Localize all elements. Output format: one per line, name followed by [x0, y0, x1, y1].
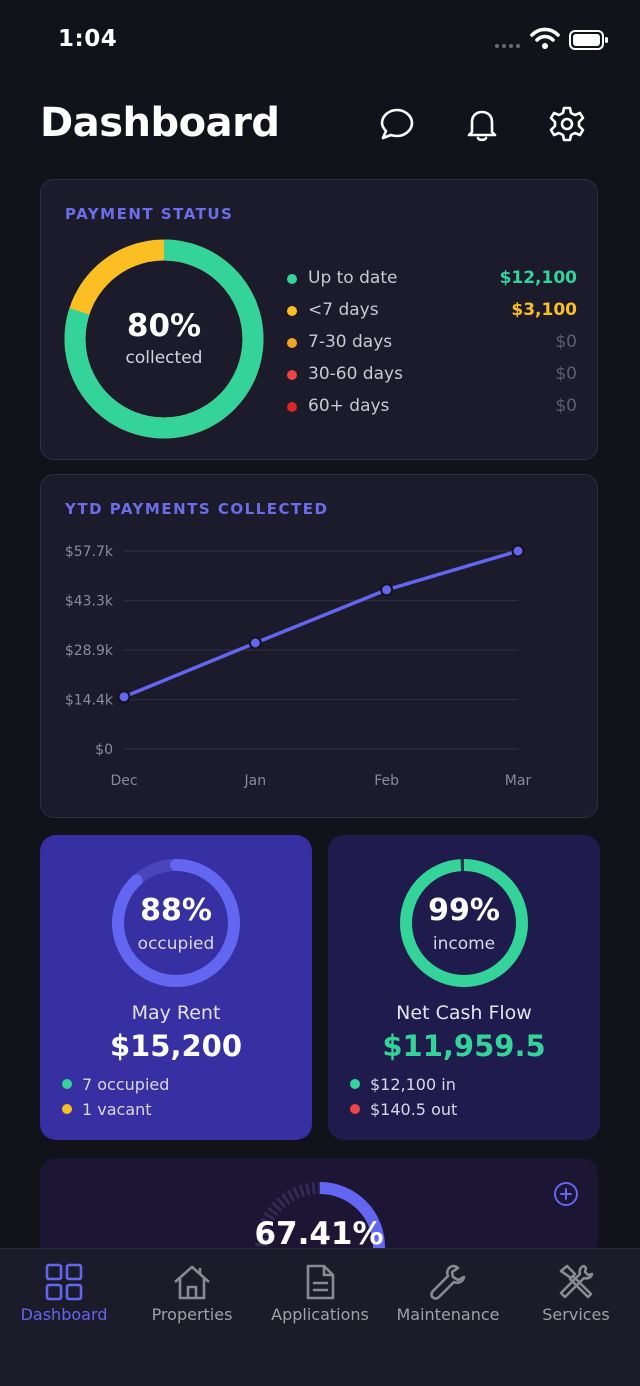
- legend-dot: [287, 306, 297, 316]
- y-tick-label: $14.4k: [65, 693, 114, 709]
- tab-applications[interactable]: Applications: [256, 1249, 384, 1339]
- tab-label: Maintenance: [396, 1305, 500, 1324]
- vacant-count: 1 vacant: [62, 1100, 152, 1119]
- legend-label: <7 days: [308, 300, 379, 320]
- rent-value: $15,200: [109, 1029, 243, 1063]
- partial-stat-card: 67.41%: [40, 1158, 598, 1258]
- tab-label: Dashboard: [20, 1305, 108, 1324]
- payment-status-card: PAYMENT STATUS 80% collected Up to date $…: [40, 179, 598, 460]
- income-percent: 99%: [428, 893, 500, 928]
- tab-maintenance[interactable]: Maintenance: [384, 1249, 512, 1339]
- ytd-payments-card: YTD PAYMENTS COLLECTED $0 $14.4k $28.9k $43…: [40, 474, 598, 818]
- tab-properties[interactable]: Properties: [128, 1249, 256, 1339]
- payment-status-label: PAYMENT STATUS: [65, 205, 234, 223]
- data-point: [248, 636, 262, 650]
- legend-dot: [287, 370, 297, 380]
- may-rent-tile[interactable]: 88% occupied May Rent $15,200 7 occupied…: [40, 835, 312, 1140]
- data-point: [380, 583, 394, 597]
- x-tick-label: Jan: [244, 773, 267, 789]
- tab-services[interactable]: Services: [512, 1249, 640, 1339]
- home-icon: [174, 1265, 210, 1300]
- x-tick-label: Feb: [374, 773, 399, 789]
- legend-label: 30-60 days: [308, 364, 403, 384]
- cellular-signal-icon: [495, 44, 520, 48]
- occupancy-caption: occupied: [137, 934, 215, 954]
- series-line: [123, 549, 519, 699]
- legend-amount: $12,100: [499, 268, 577, 288]
- legend-label: 7-30 days: [308, 332, 393, 352]
- legend-amount: $0: [555, 364, 577, 384]
- legend-amount: $0: [555, 332, 577, 352]
- document-icon: [306, 1264, 335, 1300]
- status-time: 1:04: [58, 26, 118, 52]
- cash-flow-value: $11,959.5: [382, 1029, 546, 1063]
- tools-icon: [559, 1264, 594, 1299]
- legend-dot: [287, 402, 297, 412]
- gear-icon[interactable]: [547, 104, 587, 144]
- legend-amount: $3,100: [511, 300, 577, 320]
- grid-icon: [45, 1263, 83, 1301]
- legend-amount: $0: [555, 396, 577, 416]
- legend-row-7-30-days: 7-30 days $0: [287, 328, 577, 360]
- x-tick-label: Mar: [505, 773, 532, 789]
- y-tick-label: $43.3k: [65, 594, 114, 610]
- bell-icon[interactable]: [462, 104, 502, 144]
- battery-icon: [569, 30, 608, 50]
- status-bar: 1:04: [0, 0, 640, 80]
- legend-label: Up to date: [308, 268, 398, 288]
- rent-title: May Rent: [131, 1002, 221, 1024]
- legend-row-30-60-days: 30-60 days $0: [287, 360, 577, 392]
- data-point: [117, 690, 131, 704]
- tab-label: Properties: [151, 1305, 233, 1324]
- y-tick-label: $28.9k: [65, 643, 114, 659]
- legend-label: 60+ days: [308, 396, 390, 416]
- tab-dashboard[interactable]: Dashboard: [0, 1249, 128, 1339]
- chat-icon[interactable]: [377, 104, 417, 144]
- ytd-line-chart: $0 $14.4k $28.9k $43.3k $57.7k Dec Jan Feb Mar: [65, 544, 532, 789]
- x-tick-label: Dec: [110, 773, 137, 789]
- legend-row-up-to-date: Up to date $12,100: [287, 264, 577, 296]
- occupied-count: 7 occupied: [62, 1075, 169, 1094]
- cash-out: $140.5 out: [350, 1100, 457, 1119]
- data-point: [511, 544, 525, 558]
- collected-caption: collected: [125, 348, 203, 368]
- occupancy-percent: 88%: [140, 893, 212, 928]
- legend-dot: [287, 338, 297, 348]
- legend-row-under-7-days: <7 days $3,100: [287, 296, 577, 328]
- cash-flow-title: Net Cash Flow: [396, 1002, 532, 1024]
- income-caption: income: [432, 934, 496, 954]
- collected-percent: 80%: [126, 308, 202, 344]
- legend-row-60-plus-days: 60+ days $0: [287, 392, 577, 424]
- tab-label: Services: [542, 1305, 610, 1324]
- y-tick-label: $0: [95, 742, 113, 758]
- net-cash-flow-tile[interactable]: 99% income Net Cash Flow $11,959.5 $12,1…: [328, 835, 600, 1140]
- tab-bar: Dashboard Properties Applications Mainte…: [0, 1248, 640, 1386]
- cash-in: $12,100 in: [350, 1075, 456, 1094]
- partial-percent: 67.41%: [254, 1216, 384, 1252]
- tab-label: Applications: [271, 1305, 369, 1324]
- add-icon[interactable]: [553, 1181, 579, 1207]
- wifi-icon: [530, 27, 560, 49]
- legend-dot: [287, 274, 297, 284]
- payment-legend: Up to date $12,100 <7 days $3,100 7-30 day…: [287, 264, 577, 424]
- wrench-icon: [430, 1264, 466, 1300]
- page-title: Dashboard: [40, 100, 280, 146]
- y-tick-label: $57.7k: [65, 544, 114, 560]
